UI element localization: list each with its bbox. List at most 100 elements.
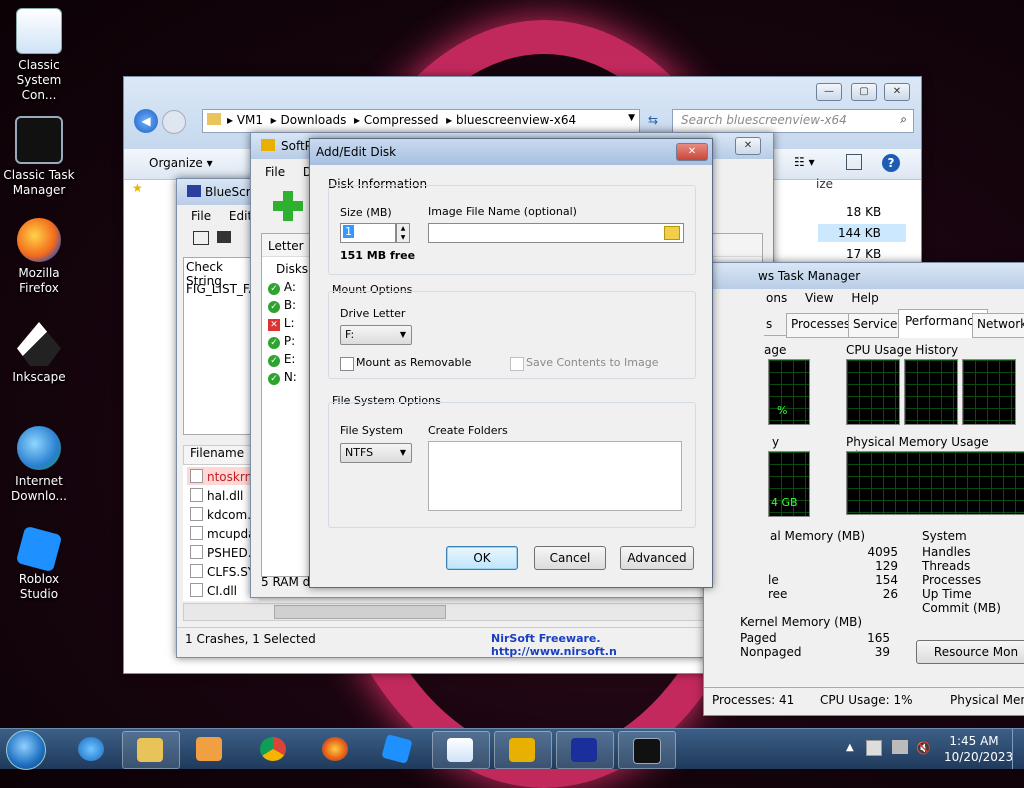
taskbar-task-manager[interactable] bbox=[618, 731, 676, 769]
size-input[interactable]: 1 bbox=[340, 223, 396, 243]
taskbar-bluescreenview[interactable] bbox=[556, 731, 614, 769]
column-header-letter[interactable]: Letter bbox=[268, 239, 304, 253]
advanced-button[interactable]: Advanced bbox=[620, 546, 694, 570]
physical-memory-table: 4095 129 le 154 ree 26 bbox=[768, 545, 898, 601]
file-row[interactable]: kdcom.d bbox=[190, 507, 259, 522]
show-desktop-button[interactable] bbox=[1012, 729, 1024, 769]
close-button[interactable]: ✕ bbox=[884, 83, 910, 101]
kernel-memory-title: Kernel Memory (MB) bbox=[740, 615, 863, 629]
volume-muted-icon[interactable]: 🔇 bbox=[916, 741, 931, 755]
drive-row[interactable]: ✓ N: bbox=[268, 370, 297, 385]
desktop-icon-label: Classic Task Manager bbox=[3, 168, 75, 197]
dialog-close-button[interactable]: ✕ bbox=[676, 143, 708, 161]
clock[interactable]: 1:45 AM 10/20/2023 bbox=[944, 733, 1013, 765]
organize-button[interactable]: Organize ▾ bbox=[149, 156, 213, 170]
taskbar-control-panel[interactable] bbox=[432, 731, 490, 769]
drive-row[interactable]: ✕ L: bbox=[268, 316, 295, 331]
roblox-studio-icon bbox=[15, 525, 63, 573]
network-icon[interactable] bbox=[892, 740, 908, 754]
file-row[interactable]: CI.dll bbox=[190, 583, 237, 598]
menu-view[interactable]: View bbox=[805, 291, 833, 305]
column-header-size[interactable]: ize bbox=[816, 177, 833, 191]
file-row[interactable]: hal.dll bbox=[190, 488, 243, 503]
file-system-select[interactable]: NTFS bbox=[340, 443, 412, 463]
column-header-filename[interactable]: Filename bbox=[190, 446, 244, 460]
tab-networking[interactable]: Networkin bbox=[972, 313, 1024, 338]
start-button[interactable] bbox=[6, 730, 46, 770]
taskbar-chrome[interactable] bbox=[246, 731, 302, 767]
mount-removable-checkbox[interactable] bbox=[340, 357, 354, 371]
menu-options[interactable]: ons bbox=[766, 291, 787, 305]
desktop-icon-classic-task-manager[interactable]: Classic Task Manager bbox=[0, 116, 78, 198]
file-row[interactable]: mcupda bbox=[190, 526, 255, 541]
save-icon[interactable] bbox=[217, 231, 231, 243]
breadcrumb-item[interactable]: Downloads bbox=[281, 113, 347, 127]
file-row[interactable]: ntoskrnl bbox=[190, 469, 256, 484]
cancel-button[interactable]: Cancel bbox=[534, 546, 606, 570]
resource-monitor-button[interactable]: Resource Mon bbox=[916, 640, 1024, 664]
properties-icon[interactable] bbox=[193, 231, 209, 245]
drive-letter-select[interactable]: F: bbox=[340, 325, 412, 345]
help-icon[interactable]: ? bbox=[882, 154, 900, 172]
taskbar-media-player[interactable] bbox=[182, 731, 238, 767]
desktop-icon-classic-system-control[interactable]: Classic System Con... bbox=[0, 8, 78, 103]
taskbar-internet-explorer[interactable] bbox=[64, 731, 120, 767]
desktop-icon-label: Mozilla Firefox bbox=[18, 266, 60, 295]
menu-file[interactable]: File bbox=[191, 209, 211, 223]
cpu-percent: % bbox=[777, 404, 788, 417]
tab-applications[interactable]: s bbox=[766, 317, 772, 331]
crash-list[interactable]: Check String FIG_LIST_FAI bbox=[183, 257, 260, 435]
taskbar-softperfect[interactable] bbox=[494, 731, 552, 769]
taskbar-firefox[interactable] bbox=[308, 731, 364, 767]
desktop-icon-roblox-studio[interactable]: Roblox Studio bbox=[0, 525, 78, 602]
memory-label: y bbox=[772, 435, 780, 449]
breadcrumb-item[interactable]: Compressed bbox=[364, 113, 439, 127]
status-processes: Processes: 41 bbox=[712, 693, 795, 707]
nirsoft-link[interactable]: NirSoft Freeware. http://www.nirsoft.n bbox=[491, 632, 707, 658]
menu-edit[interactable]: Edit bbox=[229, 209, 252, 223]
add-disk-icon[interactable] bbox=[273, 191, 303, 221]
create-folders-textarea[interactable] bbox=[428, 441, 682, 511]
check-icon: ✓ bbox=[268, 337, 280, 349]
breadcrumb-item[interactable]: VM1 bbox=[237, 113, 263, 127]
drive-row[interactable]: ✓ P: bbox=[268, 334, 295, 349]
drive-row[interactable]: ✓ A: bbox=[268, 280, 296, 295]
status-bar: 5 RAM di bbox=[261, 575, 314, 589]
free-memory: 26 bbox=[882, 587, 898, 601]
file-icon bbox=[190, 564, 203, 578]
desktop-icon-inkscape[interactable]: Inkscape bbox=[0, 322, 78, 385]
tab-processes[interactable]: Processes bbox=[786, 313, 856, 338]
file-name: hal.dll bbox=[207, 489, 244, 503]
forward-button[interactable] bbox=[162, 110, 186, 134]
action-center-flag-icon[interactable] bbox=[866, 740, 882, 756]
maximize-button[interactable]: ▢ bbox=[851, 83, 877, 101]
size-spinner[interactable]: ▲ ▼ bbox=[396, 223, 410, 243]
address-bar[interactable]: ▸ VM1 ▸ Downloads ▸ Compressed ▸ bluescr… bbox=[202, 109, 640, 133]
menu-file[interactable]: File bbox=[265, 165, 285, 179]
desktop-icon-firefox[interactable]: Mozilla Firefox bbox=[0, 218, 78, 296]
search-input[interactable]: Search bluescreenview-x64 ⌕ bbox=[672, 109, 914, 133]
breadcrumb-item[interactable]: bluescreenview-x64 bbox=[456, 113, 576, 127]
back-button[interactable]: ◀ bbox=[134, 109, 158, 133]
view-options-icon[interactable]: ☷ ▾ bbox=[794, 155, 815, 169]
desktop-icon-internet-download-manager[interactable]: Internet Downlo... bbox=[0, 426, 78, 504]
file-icon bbox=[190, 488, 203, 502]
file-row[interactable]: PSHED.d bbox=[190, 545, 259, 560]
preview-pane-icon[interactable] bbox=[846, 154, 862, 170]
show-hidden-icons-icon[interactable]: ▲ bbox=[846, 742, 854, 753]
file-icon bbox=[190, 526, 203, 540]
close-button[interactable]: ✕ bbox=[735, 137, 761, 155]
drive-row[interactable]: ✓ E: bbox=[268, 352, 295, 367]
browse-folder-icon[interactable] bbox=[664, 226, 680, 240]
taskbar-explorer[interactable] bbox=[122, 731, 180, 769]
taskbar-roblox[interactable] bbox=[370, 731, 426, 767]
ok-button[interactable]: OK bbox=[446, 546, 518, 570]
drive-row[interactable]: ✓ B: bbox=[268, 298, 296, 313]
refresh-icon[interactable]: ⇆ bbox=[642, 109, 664, 131]
image-file-input[interactable] bbox=[428, 223, 684, 243]
horizontal-scrollbar[interactable] bbox=[183, 603, 705, 621]
chevron-down-icon[interactable]: ▼ bbox=[628, 113, 635, 123]
minimize-button[interactable]: — bbox=[816, 83, 842, 101]
menu-help[interactable]: Help bbox=[851, 291, 878, 305]
save-contents-checkbox[interactable] bbox=[510, 357, 524, 371]
